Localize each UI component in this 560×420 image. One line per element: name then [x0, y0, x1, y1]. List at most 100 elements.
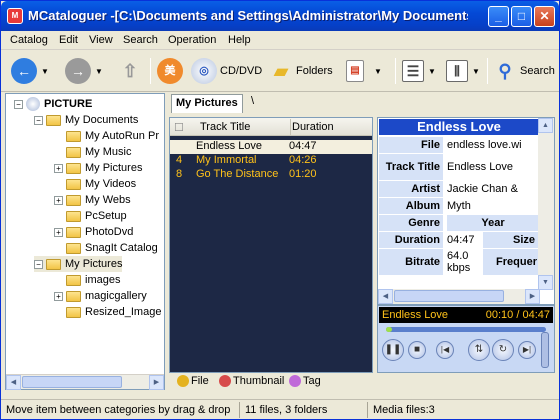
expand-icon[interactable]: + [54, 195, 63, 205]
tree-item[interactable]: + PhotoDvd [54, 224, 133, 240]
tab-file[interactable]: File [177, 375, 209, 387]
seek-bar[interactable] [386, 327, 546, 332]
scroll-down-icon[interactable]: ▼ [538, 275, 553, 290]
expand-icon[interactable]: + [54, 291, 63, 301]
info-value[interactable]: endless love.wi [447, 137, 539, 153]
tree-root[interactable]: − PICTURE [14, 96, 92, 112]
tab-root[interactable]: \ [251, 95, 254, 107]
horizontal-scrollbar[interactable]: ◀ ▶ [6, 374, 164, 390]
dropdown-caret-icon[interactable]: ▼ [41, 67, 49, 76]
tree-item[interactable]: My Music [66, 144, 131, 160]
search-icon: ⚲ [498, 61, 512, 81]
forward-button[interactable]: → ▼ [65, 54, 103, 88]
tree-item[interactable]: My AutoRun Pr [66, 128, 159, 144]
menu-edit[interactable]: Edit [59, 34, 78, 46]
stop-icon[interactable]: ■ [408, 341, 426, 359]
folders-button[interactable]: ▰ Folders [268, 54, 333, 88]
info-key: File [379, 137, 443, 153]
status-file-count: 11 files, 3 folders [245, 404, 328, 416]
info-key-size: Size [483, 232, 539, 248]
list-row[interactable]: 4 My Immortal 04:26 [170, 154, 372, 168]
scroll-right-icon[interactable]: ▶ [149, 375, 164, 390]
equalizer-icon[interactable]: ⇅ [468, 339, 490, 361]
scroll-right-icon[interactable]: ▶ [525, 289, 540, 304]
info-value[interactable]: Myth [447, 198, 539, 214]
scroll-up-icon[interactable]: ▲ [538, 118, 553, 133]
info-value[interactable]: Jackie Chan & [447, 181, 539, 197]
maximize-button[interactable]: □ [511, 6, 532, 27]
tree-item[interactable]: + My Webs [54, 192, 131, 208]
menu-search[interactable]: Search [123, 34, 158, 46]
vertical-scrollbar[interactable]: ▲ ▼ [538, 118, 554, 290]
next-icon[interactable]: ▶| [518, 341, 536, 359]
horizontal-scrollbar[interactable]: ◀ ▶ [378, 289, 540, 304]
info-key-year: Year [447, 215, 539, 231]
repeat-icon[interactable]: ↻ [492, 339, 514, 361]
menu-help[interactable]: Help [228, 34, 251, 46]
expand-icon[interactable]: + [54, 227, 63, 237]
close-button[interactable]: ✕ [534, 6, 555, 27]
info-key: Bitrate [379, 249, 443, 275]
info-value[interactable]: 64.0 kbps [447, 249, 481, 275]
folder-tree[interactable]: − PICTURE − My Documents My AutoRun Pr My … [5, 93, 165, 390]
tree-item-label: SnagIt Catalog [85, 242, 158, 254]
checkbox-column-icon[interactable]: ☐ [174, 121, 184, 134]
collapse-icon[interactable]: − [14, 99, 23, 109]
bottom-tabs: File Thumbnail Tag [169, 374, 557, 390]
track-title: Endless Love [196, 140, 263, 152]
previous-icon[interactable]: |◀ [436, 341, 454, 359]
columns-button[interactable]: ⫼ ▼ [446, 54, 480, 88]
menu-operation[interactable]: Operation [168, 34, 216, 46]
list-row[interactable]: Endless Love 04:47 [170, 140, 372, 154]
tab-thumbnail-label: Thumbnail [233, 375, 285, 387]
catalog-button[interactable]: 美 [157, 54, 183, 88]
tree-item[interactable]: images [66, 272, 120, 288]
info-value[interactable]: Endless Love [447, 154, 539, 180]
menu-catalog[interactable]: Catalog [10, 34, 48, 46]
info-value[interactable]: 04:47 [447, 232, 481, 248]
tree-item[interactable]: + magicgallery [54, 288, 147, 304]
collapse-icon[interactable]: − [34, 115, 43, 125]
tree-item[interactable]: PcSetup [66, 208, 127, 224]
scroll-left-icon[interactable]: ◀ [6, 375, 21, 390]
expand-icon[interactable]: + [54, 163, 63, 173]
tree-item[interactable]: SnagIt Catalog [66, 240, 158, 256]
column-duration[interactable]: Duration [290, 119, 334, 135]
track-number: 4 [176, 154, 183, 166]
up-arrow-icon: ⇧ [122, 61, 138, 81]
track-duration: 04:26 [289, 154, 317, 166]
collapse-icon[interactable]: − [34, 259, 43, 269]
tree-item[interactable]: − My Documents [34, 112, 138, 128]
scroll-left-icon[interactable]: ◀ [378, 289, 393, 304]
tab-tag[interactable]: Tag [289, 375, 321, 387]
properties-button[interactable]: ▤ ▼ [346, 54, 382, 88]
scroll-thumb[interactable] [22, 376, 122, 388]
back-button[interactable]: ← ▼ [11, 54, 49, 88]
tree-item-selected[interactable]: − My Pictures [34, 256, 123, 272]
tree-item[interactable]: My Videos [66, 176, 136, 192]
list-row[interactable]: 8 Go The Distance 01:20 [170, 168, 372, 182]
tree-item[interactable]: + My Pictures [54, 160, 142, 176]
folder-icon [66, 210, 81, 222]
search-button[interactable]: ⚲ Search [492, 54, 554, 88]
dropdown-caret-icon[interactable]: ▼ [472, 67, 480, 76]
dropdown-caret-icon[interactable]: ▼ [374, 67, 382, 76]
list-view-icon: ☰ [402, 60, 424, 82]
tab-thumbnail[interactable]: Thumbnail [219, 375, 284, 387]
dropdown-caret-icon[interactable]: ▼ [95, 67, 103, 76]
minimize-button[interactable]: _ [488, 6, 509, 27]
tab-my-pictures[interactable]: My Pictures [171, 94, 243, 113]
volume-slider[interactable] [541, 332, 549, 368]
menu-view[interactable]: View [89, 34, 113, 46]
track-list[interactable]: ☐ Track Title Duration Endless Love 04:4… [169, 117, 373, 373]
app-window: M MCataloguer -[C:\Documents and Setting… [0, 0, 560, 420]
view-mode-button[interactable]: ☰ ▼ [402, 54, 436, 88]
tree-item[interactable]: Resized_Image [66, 304, 161, 320]
info-key: Artist [379, 181, 443, 197]
column-track-title[interactable]: Track Title [200, 121, 250, 133]
cddvd-button[interactable]: ◎ CD/DVD [191, 54, 262, 88]
scroll-thumb[interactable] [394, 290, 504, 302]
pause-icon[interactable]: ❚❚ [382, 339, 404, 361]
up-folder-button[interactable]: ⇧ [117, 54, 143, 88]
dropdown-caret-icon[interactable]: ▼ [428, 67, 436, 76]
